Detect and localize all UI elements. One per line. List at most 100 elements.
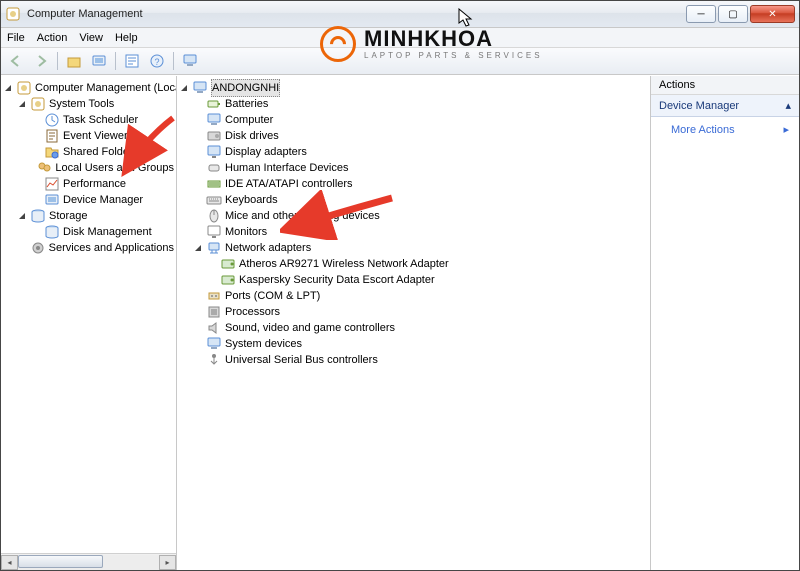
tree-item[interactable]: System devices	[179, 336, 648, 352]
tree-label: ANDONGNHI	[211, 79, 280, 97]
tree-item[interactable]: Computer	[179, 112, 648, 128]
tree-label: Local Users and Groups	[55, 160, 174, 176]
tree-item[interactable]: Disk drives	[179, 128, 648, 144]
item-icon	[206, 224, 222, 240]
tree-item[interactable]: Ports (COM & LPT)	[179, 288, 648, 304]
scan-button[interactable]	[179, 50, 201, 72]
menu-file[interactable]: File	[7, 32, 25, 44]
item-icon	[206, 176, 222, 192]
tree-item[interactable]: Event Viewer	[3, 128, 174, 144]
tree-label: Storage	[49, 208, 88, 224]
collapse-icon[interactable]	[3, 82, 15, 94]
tree-item[interactable]: Task Scheduler	[3, 112, 174, 128]
tree-label: Device Manager	[63, 192, 143, 208]
tree-item[interactable]: Local Users and Groups	[3, 160, 174, 176]
properties-button[interactable]	[121, 50, 143, 72]
tree-item[interactable]: Human Interface Devices	[179, 160, 648, 176]
window-title: Computer Management	[27, 8, 686, 20]
tree-label: Services and Applications	[49, 240, 174, 256]
item-icon	[206, 336, 222, 352]
item-icon	[206, 96, 222, 112]
collapse-icon[interactable]	[17, 210, 29, 222]
tree-item[interactable]: System Tools	[3, 96, 174, 112]
tree-item[interactable]: Services and Applications	[3, 240, 174, 256]
tree-label: Event Viewer	[63, 128, 128, 144]
collapse-icon[interactable]	[17, 98, 29, 110]
tree-item[interactable]: Kaspersky Security Data Escort Adapter	[179, 272, 648, 288]
mmc-icon	[5, 6, 21, 22]
actions-pane: Actions Device Manager ▴ More Actions ▸	[651, 76, 799, 570]
item-icon	[206, 320, 222, 336]
console-tree[interactable]: Computer Management (Local) System Tools…	[1, 76, 176, 260]
device-manager-pane: ANDONGNHI Batteries Computer Disk drives…	[177, 76, 651, 570]
item-icon	[44, 128, 60, 144]
tree-label: Disk drives	[225, 128, 279, 144]
tree-item[interactable]: Mice and other pointing devices	[179, 208, 648, 224]
menu-view[interactable]: View	[79, 32, 103, 44]
help-button[interactable]	[146, 50, 168, 72]
tree-item[interactable]: IDE ATA/ATAPI controllers	[179, 176, 648, 192]
tree-item[interactable]: Display adapters	[179, 144, 648, 160]
tree-label: Universal Serial Bus controllers	[225, 352, 378, 368]
scroll-thumb[interactable]	[18, 555, 103, 568]
tree-item[interactable]: Device Manager	[3, 192, 174, 208]
tree-item[interactable]: Computer Management (Local)	[3, 80, 174, 96]
scroll-left-button[interactable]: ◂	[1, 555, 18, 570]
tree-label: Performance	[63, 176, 126, 192]
actions-section-label: Device Manager	[659, 100, 739, 112]
item-icon	[206, 128, 222, 144]
show-hide-tree-button[interactable]	[88, 50, 110, 72]
more-actions-label: More Actions	[671, 124, 735, 136]
tree-label: Network adapters	[225, 240, 311, 256]
forward-button[interactable]	[30, 50, 52, 72]
item-icon	[44, 112, 60, 128]
close-button[interactable]: ✕	[750, 5, 795, 23]
tree-item[interactable]: Universal Serial Bus controllers	[179, 352, 648, 368]
tree-label: System devices	[225, 336, 302, 352]
tree-item[interactable]: Storage	[3, 208, 174, 224]
item-icon	[206, 144, 222, 160]
scroll-right-button[interactable]: ▸	[159, 555, 176, 570]
menu-action[interactable]: Action	[37, 32, 68, 44]
tree-item[interactable]: Shared Folders	[3, 144, 174, 160]
back-button[interactable]	[5, 50, 27, 72]
tree-item[interactable]: Batteries	[179, 96, 648, 112]
tree-item[interactable]: Disk Management	[3, 224, 174, 240]
more-actions-link[interactable]: More Actions ▸	[651, 117, 799, 142]
actions-section[interactable]: Device Manager ▴	[651, 95, 799, 117]
item-icon	[30, 208, 46, 224]
item-icon	[206, 208, 222, 224]
tree-label: Computer Management (Local)	[35, 80, 177, 96]
minimize-button[interactable]: ─	[686, 5, 716, 23]
tree-item[interactable]: ANDONGNHI	[179, 80, 648, 96]
console-tree-pane: Computer Management (Local) System Tools…	[1, 76, 177, 570]
collapse-icon[interactable]	[193, 242, 205, 254]
collapse-icon: ▴	[785, 99, 791, 112]
tree-label: Sound, video and game controllers	[225, 320, 395, 336]
tree-label: Task Scheduler	[63, 112, 138, 128]
tree-label: Human Interface Devices	[225, 160, 349, 176]
titlebar[interactable]: Computer Management ─ ▢ ✕	[1, 1, 799, 28]
tree-label: Shared Folders	[63, 144, 138, 160]
item-icon	[16, 80, 32, 96]
tree-label: Ports (COM & LPT)	[225, 288, 320, 304]
maximize-button[interactable]: ▢	[718, 5, 748, 23]
tree-item[interactable]: Atheros AR9271 Wireless Network Adapter	[179, 256, 648, 272]
tree-label: Mice and other pointing devices	[225, 208, 380, 224]
tree-item[interactable]: Performance	[3, 176, 174, 192]
item-icon	[220, 256, 236, 272]
item-icon	[44, 144, 60, 160]
tree-label: Atheros AR9271 Wireless Network Adapter	[239, 256, 449, 272]
menubar: File Action View Help	[1, 28, 799, 48]
item-icon	[44, 176, 60, 192]
up-button[interactable]	[63, 50, 85, 72]
menu-help[interactable]: Help	[115, 32, 138, 44]
tree-item[interactable]: Processors	[179, 304, 648, 320]
collapse-icon[interactable]	[179, 82, 191, 94]
tree-item[interactable]: Sound, video and game controllers	[179, 320, 648, 336]
tree-item[interactable]: Keyboards	[179, 192, 648, 208]
device-tree[interactable]: ANDONGNHI Batteries Computer Disk drives…	[177, 76, 650, 372]
tree-item[interactable]: Network adapters	[179, 240, 648, 256]
tree-item[interactable]: Monitors	[179, 224, 648, 240]
item-icon	[206, 240, 222, 256]
